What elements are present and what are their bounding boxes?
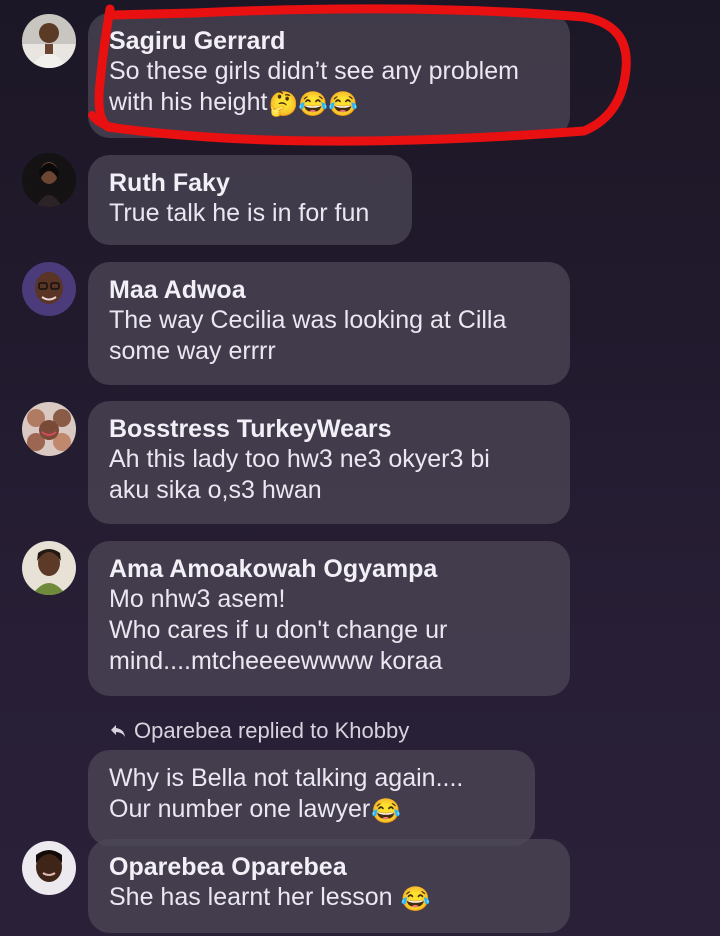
avatar-maa-adwoa[interactable] bbox=[22, 262, 76, 316]
avatar-sagiru-gerrard[interactable] bbox=[22, 14, 76, 68]
comment-text: So these girls didn’t see any problem wi… bbox=[109, 57, 519, 118]
comment-bubble[interactable]: Ruth Faky True talk he is in for fun bbox=[88, 155, 412, 245]
comment-bubble[interactable]: Maa Adwoa The way Cecilia was looking at… bbox=[88, 262, 570, 385]
comment-author[interactable]: Maa Adwoa bbox=[109, 275, 548, 305]
reply-indicator[interactable]: Oparebea replied to Khobby bbox=[110, 718, 409, 744]
comment-text: True talk he is in for fun bbox=[109, 199, 370, 227]
comment-bubble[interactable]: Bosstress TurkeyWears Ah this lady too h… bbox=[88, 401, 570, 524]
thinking-laughing-emoji-icon: 🤔😂😂 bbox=[268, 91, 359, 118]
laughing-emoji-icon: 😂 bbox=[400, 886, 431, 913]
comment-author[interactable]: Ruth Faky bbox=[109, 168, 390, 198]
comment-text: Mo nhw3 asem! Who cares if u don't chang… bbox=[109, 585, 448, 675]
avatar-ama-amoakowah-ogyampa[interactable] bbox=[22, 541, 76, 595]
comment-author[interactable]: Ama Amoakowah Ogyampa bbox=[109, 554, 548, 584]
comment-author[interactable]: Bosstress TurkeyWears bbox=[109, 414, 548, 444]
reply-arrow-icon bbox=[111, 725, 125, 737]
comment-text: She has learnt her lesson 😂 bbox=[109, 883, 431, 913]
comment-text: The way Cecilia was looking at Cilla som… bbox=[109, 306, 507, 365]
comment-author[interactable]: Oparebea Oparebea bbox=[109, 852, 548, 882]
avatar-oparebea-oparebea[interactable] bbox=[22, 841, 76, 895]
comment-bubble[interactable]: Oparebea Oparebea She has learnt her les… bbox=[88, 839, 570, 933]
reply-indicator-label: Oparebea replied to Khobby bbox=[134, 718, 410, 743]
reply-bubble[interactable]: Why is Bella not talking again.... Our n… bbox=[88, 750, 535, 846]
comment-bubble[interactable]: Ama Amoakowah Ogyampa Mo nhw3 asem! Who … bbox=[88, 541, 570, 696]
avatar-ruth-faky[interactable] bbox=[22, 153, 76, 207]
avatar-bosstress-turkeywears[interactable] bbox=[22, 402, 76, 456]
comment-bubble[interactable]: Sagiru Gerrard So these girls didn’t see… bbox=[88, 13, 570, 138]
comment-text: Ah this lady too hw3 ne3 okyer3 bi aku s… bbox=[109, 445, 490, 504]
comment-author[interactable]: Sagiru Gerrard bbox=[109, 26, 548, 56]
reply-text: Why is Bella not talking again.... Our n… bbox=[109, 764, 464, 825]
laughing-emoji-icon: 😂 bbox=[371, 798, 402, 825]
